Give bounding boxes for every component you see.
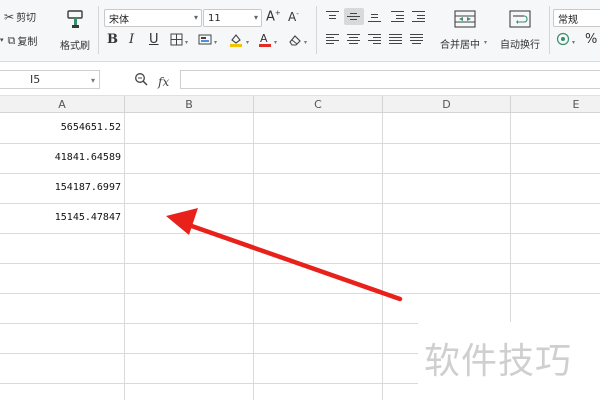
chevron-down-icon: ▾ [0,36,4,44]
copy-button[interactable]: ▾ ⧉ 复制 [0,33,37,48]
format-painter-button[interactable]: 格式刷 [58,6,92,52]
watermark: 软件技巧 [424,341,573,382]
column-header-d[interactable]: D [383,96,511,113]
insert-function-button[interactable]: fx [158,75,169,89]
chevron-down-icon: ▾ [193,13,198,22]
distributed-align-icon[interactable] [410,34,423,45]
chevron-down-icon: ▾ [253,13,258,22]
chevron-down-icon[interactable]: ▾ [572,39,575,46]
column-header-e[interactable]: E [511,96,600,113]
gridline [382,113,383,400]
number-format-value: 常规 [558,14,578,26]
wrap-text-label: 自动换行 [500,40,540,51]
wrap-text-button[interactable]: 自动换行 [496,6,546,51]
chevron-down-icon[interactable]: ▾ [214,39,217,46]
chevron-down-icon[interactable]: ▾ [304,39,307,46]
cell-a4[interactable]: 15145.47847 [0,203,124,233]
font-size-value: 11 [208,12,221,24]
formula-input[interactable] [180,70,600,89]
fill-color-icon[interactable] [228,31,244,47]
column-header-c[interactable]: C [254,96,383,113]
merge-center-label: 合并居中 [440,40,480,51]
name-box[interactable]: I5 ▾ [0,70,100,89]
ribbon-divider [549,6,550,54]
decrease-indent-icon[interactable] [391,11,404,22]
wrap-text-icon [509,10,531,28]
cell-a1[interactable]: 5654651.52 [0,113,124,143]
font-name-value: 宋体 [109,14,129,26]
cut-label: 剪切 [16,13,37,24]
chevron-down-icon: ▾ [484,39,488,46]
format-painter-icon [67,10,83,28]
align-middle-button[interactable] [344,8,364,25]
cell-reference: I5 [30,73,41,86]
cell-a2[interactable]: 41841.64589 [0,143,124,173]
merge-cells-icon [454,10,476,28]
font-size-select[interactable]: 11 ▾ [203,9,262,27]
cut-button[interactable]: ✂ 剪切 [4,9,37,25]
increase-indent-icon[interactable] [412,11,425,22]
ribbon-divider [98,6,99,54]
chevron-down-icon: ▾ [90,76,95,85]
currency-format-icon[interactable] [556,32,570,46]
cell-a3[interactable]: 154187.6997 [0,173,124,203]
cell-style-icon[interactable] [198,33,212,46]
chevron-down-icon[interactable]: ▾ [274,39,277,46]
zoom-icon[interactable] [134,72,148,86]
bold-icon[interactable]: B [107,33,118,46]
gridline [0,233,600,234]
copy-label: 复制 [17,37,38,48]
decrease-font-icon[interactable]: A- [288,11,299,24]
ribbon-divider [316,6,317,54]
formula-bar: I5 ▾ fx [0,62,600,96]
gridline [253,113,254,400]
align-center-icon[interactable] [347,34,360,45]
column-headers: A B C D E [0,96,600,113]
copy-icon: ⧉ [7,34,16,47]
eraser-icon[interactable] [288,33,302,46]
percent-style-button[interactable]: % [585,33,597,46]
font-color-icon[interactable]: A [258,31,272,47]
gridline [124,113,125,400]
number-format-select[interactable]: 常规 [553,9,600,27]
ribbon-toolbar: ✂ 剪切 ▾ ⧉ 复制 格式刷 宋体 ▾ 11 ▾ A+ A- B I U ▾ [0,0,600,62]
borders-icon[interactable] [170,33,183,46]
align-middle-icon [347,11,360,22]
justify-icon[interactable] [389,34,402,45]
column-header-a[interactable]: A [0,96,125,113]
italic-icon[interactable]: I [129,33,134,46]
format-painter-label: 格式刷 [60,41,90,52]
align-left-icon[interactable] [326,34,339,45]
scissors-icon: ✂ [4,9,15,24]
chevron-down-icon[interactable]: ▾ [246,39,249,46]
underline-icon[interactable]: U [149,33,159,46]
column-header-b[interactable]: B [125,96,254,113]
gridline [0,263,600,264]
align-bottom-icon[interactable] [368,11,381,22]
font-name-select[interactable]: 宋体 ▾ [104,9,202,27]
align-right-icon[interactable] [368,34,381,45]
align-top-icon[interactable] [326,11,339,22]
merge-center-button[interactable]: 合并居中 ▾ [438,6,492,51]
chevron-down-icon[interactable]: ▾ [185,39,188,46]
increase-font-icon[interactable]: A+ [266,10,281,24]
svg-text:A: A [260,32,268,45]
gridline [0,293,600,294]
